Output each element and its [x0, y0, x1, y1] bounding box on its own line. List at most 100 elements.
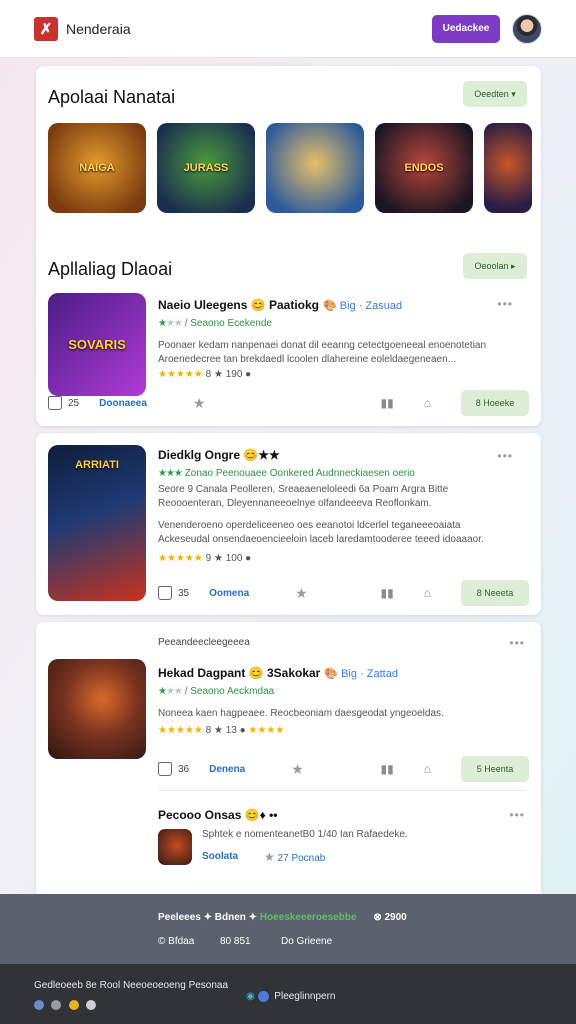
- like-count: 35: [178, 587, 190, 599]
- featured-dropdown-button[interactable]: Oeedten ▾: [463, 81, 527, 107]
- app-description: Noneea kaen hagpeaee. Reocbeoniam daesge…: [158, 708, 444, 719]
- featured-title: Apolaai Nanatai: [48, 87, 176, 107]
- app-title[interactable]: Diedklg Ongre 😊★★: [158, 448, 529, 462]
- user-avatar[interactable]: [512, 13, 542, 44]
- like-icon[interactable]: [158, 762, 172, 776]
- rating-stars-empty: ★★: [165, 318, 183, 329]
- install-button[interactable]: 8 Neeeta: [461, 580, 529, 606]
- more-options-icon[interactable]: •••: [509, 636, 525, 650]
- app-list-item[interactable]: Hekad Dagpant 😊 3Sakokar 🎨 Big · Zattad ★…: [48, 659, 529, 782]
- app-description-2: Aroenedecree tan brekdaedl lcoolen dlahe…: [158, 354, 457, 365]
- app-title[interactable]: Hekad Dagpant 😊 3Sakokar: [158, 666, 320, 680]
- rating-stars: ★: [158, 318, 167, 329]
- install-button[interactable]: 5 Heenta: [461, 756, 529, 782]
- app-category: / Seaono Aeckmdaa: [184, 686, 275, 697]
- gold-stars: ★★★★★: [158, 553, 203, 564]
- social-icons: [34, 996, 99, 1014]
- footer-line1: Peeleees ✦ Bdnen ✦: [158, 912, 260, 923]
- app-actions: 36 Denena ★ ▮▮ ⌂ 5 Heenta: [48, 756, 529, 782]
- more-options-icon[interactable]: •••: [509, 808, 525, 822]
- favorite-star-icon[interactable]: ★: [295, 585, 308, 602]
- share-icon[interactable]: ⌂: [424, 586, 431, 600]
- app-list-item[interactable]: SOVARIS ••• Naeio Uleegens 😊 Paatiokg 🎨 B…: [48, 293, 529, 416]
- featured-thumbnails: NAIGA JURASS ENDOS: [48, 123, 532, 213]
- brand-logo[interactable]: ✗: [34, 16, 58, 41]
- app-link[interactable]: Doonaeea: [99, 398, 147, 409]
- app-description: Seore 9 Canala Peolleren, Sreaeaenelolee…: [158, 484, 449, 495]
- globe-icon[interactable]: ◉: [246, 991, 255, 1002]
- app-title[interactable]: Naeio Uleegens 😊 Paatiokg: [158, 298, 319, 312]
- top-navbar: ✗ Nenderaia Uedackee: [0, 0, 576, 58]
- app-description-4: Ackeseudal onsendaeoencieeloin laceb lar…: [158, 534, 484, 545]
- mini-app-title[interactable]: Pecooo Onsas 😊♦ ••: [158, 808, 278, 822]
- footer-meta-a[interactable]: © Bfdaa: [158, 936, 194, 947]
- app-description-2: Reoooenteran, Dleyennaneeoelnye olfandee…: [158, 498, 432, 509]
- app-card: Peeandeecleegeeea ••• Hekad Dagpant 😊 3S…: [36, 622, 541, 894]
- footer-meta-b[interactable]: 80 851: [220, 936, 251, 947]
- brand-name[interactable]: Nenderaia: [66, 21, 131, 37]
- footer-meta-c[interactable]: Do Grieene: [281, 936, 332, 947]
- app-description-3: Venenderoeno operdeliceeneo oes eeanotoi…: [158, 520, 461, 531]
- gold-stars: ★★★★★: [158, 725, 203, 736]
- star-icon: ★: [264, 850, 275, 864]
- app-tag: 🎨 Big · Zattad: [324, 668, 398, 680]
- app-icon-label: ARRIATI: [75, 459, 119, 471]
- stats-icon[interactable]: ▮▮: [381, 396, 394, 410]
- footer-secondary: Gedleoeeb 8e Rool Neeoeoeoeng Pesonaa ◉ …: [0, 964, 576, 1024]
- app-description: Poonaer kedam nanpenaei donat dil eeanng…: [158, 340, 487, 351]
- mini-app-icon[interactable]: [158, 829, 192, 865]
- rating-count: 9 ★ 100 ●: [205, 553, 252, 564]
- apps-section-button[interactable]: Oeoolan ▸: [463, 253, 527, 279]
- app-actions: 25 Doonaeea ★ ▮▮ ⌂ 8 Hoeeke: [48, 390, 529, 416]
- like-count: 25: [68, 397, 80, 409]
- like-count: 36: [178, 763, 190, 775]
- app-list-item[interactable]: ARRIATI ••• Diedklg Ongre 😊★★ ★★★ Zonao …: [48, 445, 529, 606]
- app-icon[interactable]: [48, 659, 146, 759]
- favorite-star-icon[interactable]: ★: [193, 395, 206, 412]
- app-category: Zonao Peenouaee Oonkered Audnneckiaesen …: [184, 468, 415, 479]
- featured-card: Apolaai Nanatai Oeedten ▾ NAIGA JURASS END…: [36, 66, 541, 426]
- divider: [158, 790, 527, 791]
- app-link[interactable]: Denena: [209, 764, 245, 775]
- share-icon[interactable]: ⌂: [424, 396, 431, 410]
- rating-count: 8 ★ 13 ●: [205, 725, 246, 736]
- gold-stars-extra: ★★★★: [248, 725, 285, 736]
- like-icon[interactable]: [48, 396, 62, 410]
- stats-icon[interactable]: ▮▮: [381, 586, 394, 600]
- app-icon[interactable]: SOVARIS: [48, 293, 146, 396]
- app-link[interactable]: Oomena: [209, 588, 249, 599]
- rating-stars: ★★★: [158, 468, 183, 479]
- social-icon-2[interactable]: [51, 999, 62, 1010]
- gold-stars: ★★★★★: [158, 369, 203, 380]
- install-button[interactable]: 8 Hoeeke: [461, 390, 529, 416]
- favorite-star-icon[interactable]: ★: [291, 761, 304, 778]
- app-icon-label: SOVARIS: [68, 337, 126, 352]
- rating-stars: ★: [158, 686, 167, 697]
- footer-links[interactable]: Gedleoeeb 8e Rool Neeoeoeoeng Pesonaa: [34, 980, 228, 991]
- thumbnail-caption: [266, 123, 364, 213]
- thumbnail-caption: ENDOS: [404, 162, 444, 174]
- share-icon[interactable]: ⌂: [424, 762, 431, 776]
- primary-cta-button[interactable]: Uedackee: [432, 14, 500, 43]
- featured-thumbnail[interactable]: JURASS: [157, 123, 255, 213]
- thumbnail-caption: [484, 123, 532, 213]
- footer-language[interactable]: Pleeglinnpern: [274, 991, 335, 1002]
- featured-thumbnail[interactable]: [484, 123, 532, 213]
- featured-thumbnail[interactable]: NAIGA: [48, 123, 146, 213]
- stats-icon[interactable]: ▮▮: [381, 762, 394, 776]
- like-icon[interactable]: [158, 586, 172, 600]
- section-label: Peeandeecleegeeea: [158, 637, 250, 648]
- social-icon-4[interactable]: [86, 999, 97, 1010]
- thumbnail-caption: JURASS: [183, 162, 229, 174]
- social-icon-3[interactable]: [68, 999, 79, 1010]
- app-actions: 35 Oomena ★ ▮▮ ⌂ 8 Neeeta: [48, 580, 529, 606]
- app-icon[interactable]: ARRIATI: [48, 445, 146, 601]
- featured-thumbnail[interactable]: ENDOS: [375, 123, 473, 213]
- mini-app-link[interactable]: Soolata: [202, 851, 238, 862]
- footer-line1-end: ⊗ 2900: [373, 912, 407, 923]
- chat-icon[interactable]: [257, 991, 269, 1002]
- social-icon-1[interactable]: [34, 999, 44, 1010]
- featured-thumbnail[interactable]: [266, 123, 364, 213]
- rating-stars-empty: ★★: [165, 686, 183, 697]
- footer-line1-highlight[interactable]: Hoeeskeeeroesebbe: [260, 912, 357, 923]
